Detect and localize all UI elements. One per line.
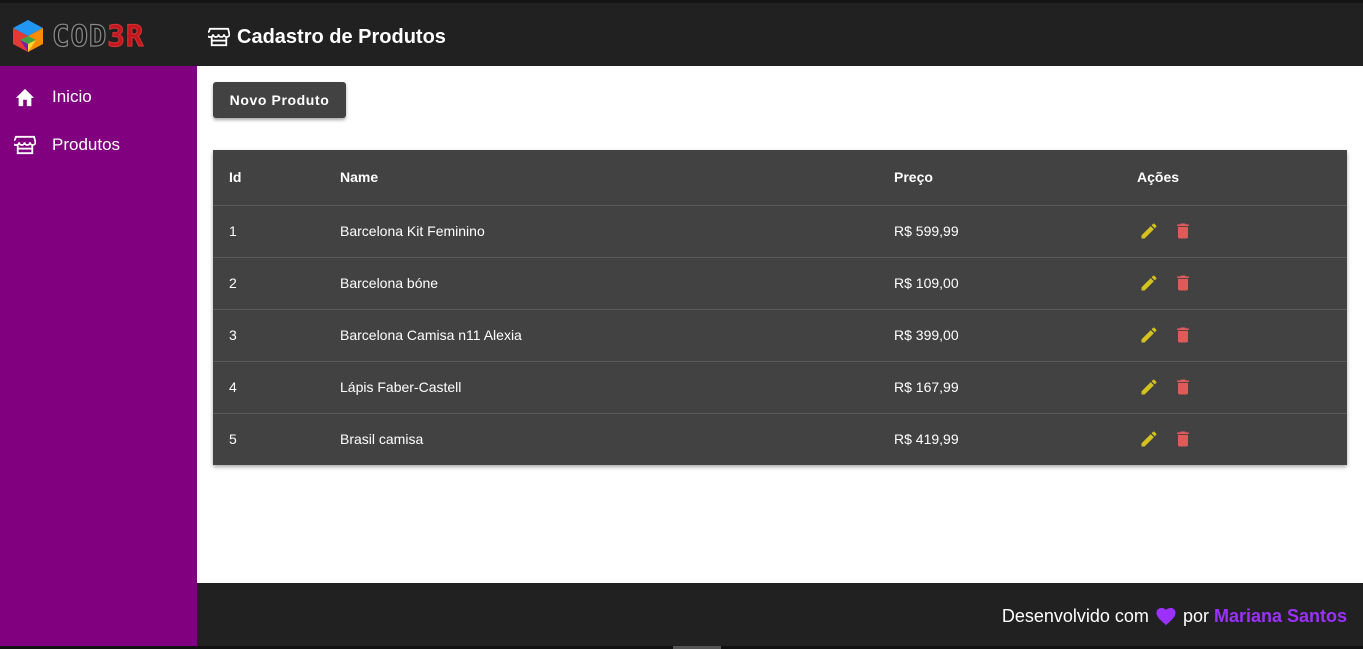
trash-icon[interactable] (1171, 271, 1195, 295)
products-table: Id Name Preço Ações 1 Barcelona Kit Femin… (213, 150, 1347, 465)
cell-price: R$ 167,99 (894, 379, 959, 395)
pencil-icon[interactable] (1137, 271, 1161, 295)
cell-name: Barcelona Kit Feminino (340, 223, 485, 239)
cube-logo-icon (13, 20, 43, 52)
main-content: Novo Produto Id Name Preço Ações 1 Barcel… (197, 66, 1363, 583)
cell-id: 1 (229, 223, 237, 239)
cell-name: Brasil camisa (340, 431, 424, 448)
coder-logo[interactable]: COD3R (10, 18, 185, 54)
table-row: 4 Lápis Faber-Castell R$ 167,99 (213, 361, 1347, 413)
sidebar: Inicio Produtos (0, 66, 197, 649)
cell-actions (1137, 361, 1347, 413)
table-row: 2 Barcelona bóne R$ 109,00 (213, 257, 1347, 309)
table-row: 3 Barcelona Camisa n11 Alexia R$ 399,00 (213, 309, 1347, 361)
trash-icon[interactable] (1171, 219, 1195, 243)
trash-icon[interactable] (1171, 375, 1195, 399)
pencil-icon[interactable] (1137, 375, 1161, 399)
trash-icon[interactable] (1171, 427, 1195, 451)
heart-icon (1155, 606, 1177, 626)
sidebar-item-inicio[interactable]: Inicio (0, 77, 197, 117)
cell-price: R$ 399,00 (894, 327, 959, 343)
footer-text-por: por (1182, 605, 1209, 626)
cell-actions (1137, 413, 1347, 465)
cell-id: 3 (229, 327, 237, 343)
storefront-icon (208, 27, 230, 47)
app-header: COD3R Cadastro de Produtos (0, 0, 1363, 66)
cell-price: R$ 419,99 (894, 431, 959, 448)
cell-id: 4 (229, 379, 237, 395)
column-header-actions: Ações (1137, 169, 1180, 186)
table-header-row: Id Name Preço Ações (213, 150, 1347, 205)
cell-name: Barcelona Camisa n11 Alexia (340, 327, 522, 343)
table-row: 5 Brasil camisa R$ 419,99 (213, 413, 1347, 465)
page-title-text: Cadastro de Produtos (237, 25, 446, 48)
cell-name: Lápis Faber-Castell (340, 379, 462, 395)
footer: Desenvolvido com por Mariana Santos (197, 583, 1363, 649)
pencil-icon[interactable] (1137, 427, 1161, 451)
pencil-icon[interactable] (1137, 323, 1161, 347)
column-header-name[interactable]: Name (340, 150, 894, 205)
cell-actions (1137, 257, 1347, 309)
cell-actions (1137, 205, 1347, 257)
cell-name: Barcelona bóne (340, 275, 439, 291)
sidebar-item-label: Produtos (52, 135, 121, 154)
cell-id: 5 (229, 431, 237, 448)
new-product-button[interactable]: Novo Produto (213, 82, 346, 118)
footer-text: Desenvolvido com (1001, 605, 1149, 626)
column-header-price[interactable]: Preço (894, 150, 1137, 205)
cell-price: R$ 599,99 (894, 223, 959, 239)
author-link[interactable]: Mariana Santos (1214, 606, 1347, 627)
table-row: 1 Barcelona Kit Feminino R$ 599,99 (213, 205, 1347, 257)
column-header-id[interactable]: Id (213, 150, 340, 205)
sidebar-item-produtos[interactable]: Produtos (0, 125, 197, 165)
trash-icon[interactable] (1171, 323, 1195, 347)
products-table-card: Id Name Preço Ações 1 Barcelona Kit Femin… (213, 150, 1347, 465)
storefront-icon (14, 135, 36, 155)
page-title: Cadastro de Produtos (208, 23, 446, 51)
logo-text: COD3R (51, 18, 145, 53)
home-icon (15, 88, 35, 107)
cell-id: 2 (229, 275, 237, 291)
cell-price: R$ 109,00 (894, 275, 959, 291)
pencil-icon[interactable] (1137, 219, 1161, 243)
cell-actions (1137, 309, 1347, 361)
sidebar-item-label: Inicio (52, 87, 92, 106)
